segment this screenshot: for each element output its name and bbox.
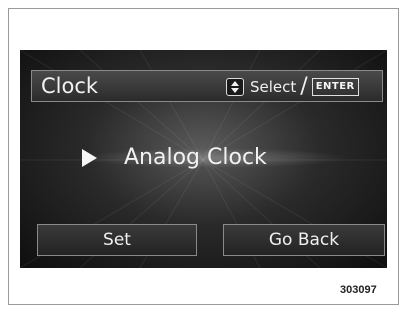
option-analog-clock[interactable]: Analog Clock xyxy=(20,138,387,178)
select-hint: Select / ENTER xyxy=(226,75,359,99)
go-back-button[interactable]: Go Back xyxy=(223,224,385,256)
display-screen: Clock Select / ENTER Analog Clock Set Go… xyxy=(20,50,387,268)
figure-number: 303097 xyxy=(340,284,377,296)
set-button[interactable]: Set xyxy=(37,224,197,256)
header-bar: Clock Select / ENTER xyxy=(31,70,383,102)
screen-title: Clock xyxy=(41,74,99,98)
select-label: Select xyxy=(250,78,297,96)
enter-button[interactable]: ENTER xyxy=(311,78,359,96)
option-label: Analog Clock xyxy=(124,145,267,170)
up-down-arrows-icon xyxy=(226,78,244,96)
triangle-right-icon xyxy=(82,149,97,167)
separator: / xyxy=(300,74,308,99)
